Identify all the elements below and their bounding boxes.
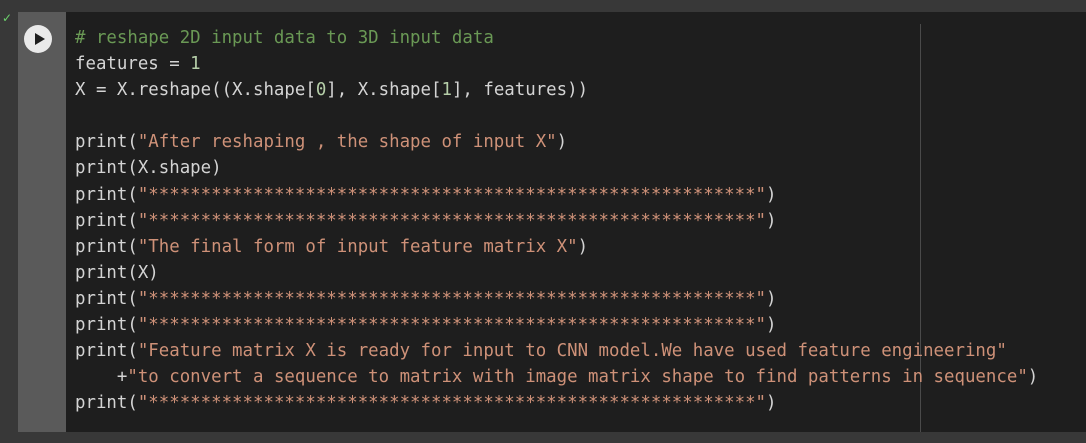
- code-token: print(: [75, 132, 138, 153]
- code-token: ): [766, 393, 777, 414]
- code-token: ): [577, 236, 589, 257]
- code-token: ): [766, 288, 777, 309]
- code-token: print(X.shape): [75, 158, 222, 179]
- code-token: "After reshaping , the shape of input X": [137, 132, 557, 153]
- code-token: 0: [315, 80, 327, 101]
- code-line: print("The final form of input feature m…: [75, 234, 1038, 260]
- code-token: print(: [75, 393, 138, 414]
- code-token: X = X.reshape((X.shape[: [75, 80, 316, 101]
- code-token: print(: [75, 288, 138, 309]
- code-token: "The final form of input feature matrix …: [137, 236, 578, 257]
- code-token: ): [556, 132, 568, 153]
- code-editor[interactable]: # reshape 2D input data to 3D input data…: [66, 12, 1086, 432]
- code-line: print("*********************************…: [75, 312, 1038, 338]
- cell-gutter-strip: [18, 12, 66, 432]
- code-token: print(: [75, 341, 138, 362]
- code-token: ], features)): [451, 80, 589, 101]
- code-line: print("*********************************…: [75, 208, 1038, 234]
- code-token: "to convert a sequence to matrix with im…: [127, 367, 1028, 388]
- code-line: print("*********************************…: [75, 286, 1038, 312]
- code-token: "***************************************…: [137, 315, 767, 336]
- code-token: ): [766, 210, 777, 231]
- code-token: "Feature matrix X is ready for input to …: [137, 341, 1007, 362]
- code-token: # reshape 2D input data to 3D input data: [75, 28, 494, 48]
- code-token: ], X.shape[: [326, 80, 442, 101]
- code-token: print(X): [75, 262, 159, 283]
- code-line: features = 1: [75, 51, 1038, 77]
- code-token: print(: [75, 315, 138, 336]
- code-line: X = X.reshape((X.shape[0], X.shape[1], f…: [75, 77, 1038, 103]
- check-icon: ✓: [2, 11, 13, 25]
- code-token: ): [766, 315, 777, 336]
- code-line: print("Feature matrix X is ready for inp…: [75, 338, 1038, 364]
- code-content: # reshape 2D input data to 3D input data…: [75, 25, 1038, 416]
- code-token: 1: [190, 54, 201, 75]
- play-icon: [35, 33, 45, 45]
- code-token: +: [75, 367, 128, 388]
- code-line: print("*********************************…: [75, 390, 1038, 416]
- top-bar: [0, 0, 1086, 10]
- code-token: ): [766, 184, 777, 205]
- code-token: print(: [75, 236, 138, 257]
- code-line: # reshape 2D input data to 3D input data: [75, 25, 1038, 51]
- code-line: print(X.shape): [75, 155, 1038, 181]
- code-line: print("*********************************…: [75, 182, 1038, 208]
- code-token: "***************************************…: [137, 184, 767, 205]
- code-token: print(: [75, 184, 138, 205]
- code-token: print(: [75, 210, 138, 231]
- code-line: +"to convert a sequence to matrix with i…: [75, 364, 1038, 390]
- code-line: print("After reshaping , the shape of in…: [75, 129, 1038, 155]
- code-token: 1: [441, 80, 452, 101]
- code-token: "***************************************…: [137, 393, 767, 414]
- run-cell-button[interactable]: [24, 25, 52, 53]
- code-token: "***************************************…: [137, 288, 767, 309]
- code-token: "***************************************…: [137, 210, 767, 231]
- code-token: ): [1027, 367, 1039, 388]
- code-line: print(X): [75, 260, 1038, 286]
- code-token: features =: [75, 54, 191, 75]
